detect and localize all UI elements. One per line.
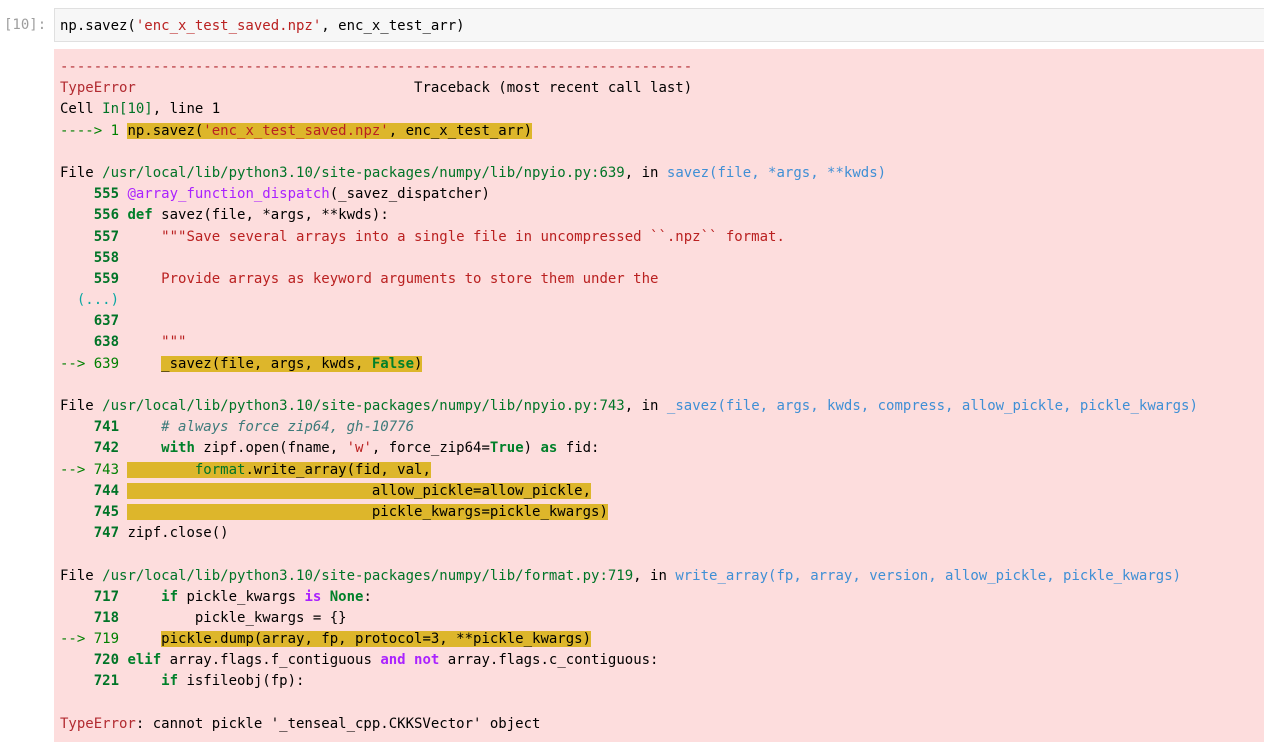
code-line: 717 if pickle_kwargs is None: (60, 588, 372, 605)
code-line: 558 (60, 249, 128, 266)
code-line: 721 if isfileobj(fp): (60, 673, 305, 690)
code-input-text[interactable]: np.savez('enc_x_test_saved.npz', enc_x_t… (60, 17, 465, 35)
code-line: 556 def savez(file, *args, **kwds): (60, 207, 389, 224)
traceback-cell-ref: Cell In[10], line 1 (60, 101, 221, 118)
error-code-line: --> 719 pickle.dump(array, fp, protocol=… (60, 631, 592, 648)
code-line: 720 elif array.flags.f_contiguous and no… (60, 652, 659, 669)
code-line: 742 with zipf.open(fname, 'w', force_zip… (60, 440, 600, 457)
error-code-line: --> 639 _savez(file, args, kwds, False) (60, 355, 423, 372)
frame-3-path-link[interactable]: /usr/local/lib/python3.10/site-packages/… (102, 568, 633, 584)
code-line: 741 # always force zip64, gh-10776 (60, 419, 415, 436)
traceback-dashes: ----------------------------------------… (60, 59, 693, 75)
code-line: 718 pickle_kwargs = {} (60, 609, 347, 626)
elided-lines: (...) (60, 292, 120, 309)
code-line: 745 pickle_kwargs=pickle_kwargs) (60, 503, 608, 520)
cell-prompt: [10]: (4, 17, 47, 33)
code-line: 559 Provide arrays as keyword arguments … (60, 270, 659, 287)
code-line: 555 @array_function_dispatch(_savez_disp… (60, 186, 490, 203)
code-input-cell[interactable]: np.savez('enc_x_test_saved.npz', enc_x_t… (54, 8, 1264, 42)
traceback: ----------------------------------------… (60, 57, 1198, 735)
frame-1-header: File /usr/local/lib/python3.10/site-pack… (60, 164, 887, 181)
highlighted-code: pickle_kwargs=pickle_kwargs) (127, 503, 608, 520)
error-output: ----------------------------------------… (54, 49, 1264, 742)
highlighted-code: pickle.dump(array, fp, protocol=3, **pic… (161, 631, 592, 648)
traceback-top-line: ----> 1 np.savez('enc_x_test_saved.npz',… (60, 122, 533, 139)
error-code-line: --> 743 format.write_array(fid, val, (60, 461, 431, 478)
frame-1-path-link[interactable]: /usr/local/lib/python3.10/site-packages/… (102, 165, 625, 181)
code-line: 744 allow_pickle=allow_pickle, (60, 482, 592, 499)
code-line: 747 zipf.close() (60, 525, 229, 542)
code-line: 557 """Save several arrays into a single… (60, 228, 785, 245)
frame-2-path-link[interactable]: /usr/local/lib/python3.10/site-packages/… (102, 398, 625, 414)
code-line: 637 (60, 313, 128, 330)
highlighted-code: format.write_array(fid, val, (127, 461, 431, 478)
frame-2-header: File /usr/local/lib/python3.10/site-pack… (60, 398, 1198, 414)
highlighted-code: np.savez('enc_x_test_saved.npz', enc_x_t… (127, 122, 533, 139)
final-error-message: TypeError: cannot pickle '_tenseal_cpp.C… (60, 715, 541, 732)
highlighted-code: _savez(file, args, kwds, False) (161, 355, 423, 372)
highlighted-code: allow_pickle=allow_pickle, (127, 482, 592, 499)
code-line: 638 """ (60, 334, 187, 351)
traceback-header: TypeError Traceback (most recent call la… (60, 80, 693, 97)
frame-3-header: File /usr/local/lib/python3.10/site-pack… (60, 567, 1182, 584)
